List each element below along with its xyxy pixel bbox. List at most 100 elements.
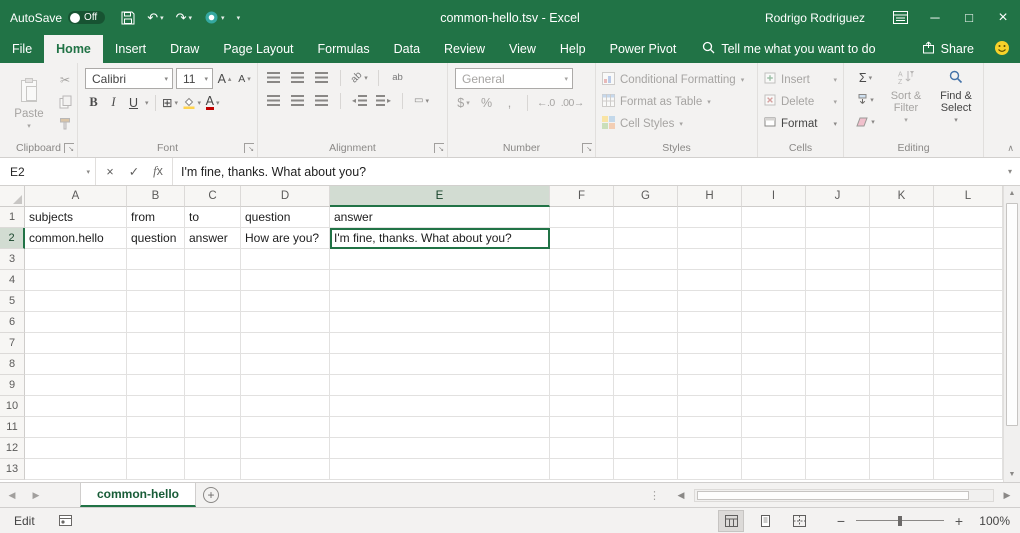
scroll-up-icon[interactable]: ▲ xyxy=(1009,186,1016,201)
cell-I6[interactable] xyxy=(742,312,806,333)
tab-splitter-handle[interactable]: ⋮ xyxy=(649,489,660,502)
cell-K12[interactable] xyxy=(870,438,934,459)
cell-B11[interactable] xyxy=(127,417,185,438)
tab-file[interactable]: File xyxy=(0,35,44,63)
cell-D5[interactable] xyxy=(241,291,330,312)
fill-color-icon[interactable] xyxy=(182,93,202,112)
cell-D13[interactable] xyxy=(241,459,330,480)
cell-G12[interactable] xyxy=(614,438,678,459)
cell-G3[interactable] xyxy=(614,249,678,270)
cell-J11[interactable] xyxy=(806,417,870,438)
percent-style-icon[interactable]: % xyxy=(478,93,495,112)
column-header-j[interactable]: J xyxy=(806,186,870,207)
vertical-scrollbar[interactable]: ▲ ▼ xyxy=(1003,186,1020,482)
cell-B6[interactable] xyxy=(127,312,185,333)
cell-D10[interactable] xyxy=(241,396,330,417)
page-break-view-icon[interactable] xyxy=(787,511,811,531)
cell-K9[interactable] xyxy=(870,375,934,396)
tab-page-layout[interactable]: Page Layout xyxy=(211,35,305,63)
cell-J5[interactable] xyxy=(806,291,870,312)
font-size-select[interactable]: 11 xyxy=(176,68,213,89)
cell-F13[interactable] xyxy=(550,459,614,480)
cell-G10[interactable] xyxy=(614,396,678,417)
align-center-icon[interactable] xyxy=(289,91,306,110)
page-layout-view-icon[interactable] xyxy=(753,511,777,531)
cell-I8[interactable] xyxy=(742,354,806,375)
horizontal-scrollbar[interactable] xyxy=(694,489,994,502)
cell-A8[interactable] xyxy=(25,354,127,375)
accounting-format-icon[interactable]: $ xyxy=(455,93,472,112)
row-header-11[interactable]: 11 xyxy=(0,417,25,438)
tell-me-box[interactable]: Tell me what you want to do xyxy=(702,35,875,63)
cell-I3[interactable] xyxy=(742,249,806,270)
cell-F4[interactable] xyxy=(550,270,614,291)
cell-F11[interactable] xyxy=(550,417,614,438)
cell-A13[interactable] xyxy=(25,459,127,480)
column-header-g[interactable]: G xyxy=(614,186,678,207)
cell-E3[interactable] xyxy=(330,249,550,270)
cell-E1[interactable]: answer xyxy=(330,207,550,228)
tab-draw[interactable]: Draw xyxy=(158,35,211,63)
cell-B13[interactable] xyxy=(127,459,185,480)
cell-B1[interactable]: from xyxy=(127,207,185,228)
expand-formula-bar-icon[interactable]: ▾ xyxy=(1000,158,1020,185)
cell-H3[interactable] xyxy=(678,249,742,270)
cell-F9[interactable] xyxy=(550,375,614,396)
enter-icon[interactable]: ✓ xyxy=(122,164,146,179)
cell-I11[interactable] xyxy=(742,417,806,438)
align-left-icon[interactable] xyxy=(265,91,282,110)
column-header-k[interactable]: K xyxy=(870,186,934,207)
ribbon-display-options-icon[interactable] xyxy=(883,0,918,35)
cell-C3[interactable] xyxy=(185,249,241,270)
cell-H10[interactable] xyxy=(678,396,742,417)
cell-I4[interactable] xyxy=(742,270,806,291)
format-cells-button[interactable]: Format xyxy=(764,114,837,133)
find-select-button[interactable]: Find & Select xyxy=(931,68,981,141)
cell-J13[interactable] xyxy=(806,459,870,480)
orientation-icon[interactable]: ab xyxy=(351,68,368,87)
cell-J10[interactable] xyxy=(806,396,870,417)
decrease-font-size-icon[interactable]: A▾ xyxy=(236,69,253,88)
cell-E7[interactable] xyxy=(330,333,550,354)
row-header-12[interactable]: 12 xyxy=(0,438,25,459)
cell-G1[interactable] xyxy=(614,207,678,228)
cell-styles-button[interactable]: Cell Styles xyxy=(602,114,751,133)
cell-E9[interactable] xyxy=(330,375,550,396)
row-header-13[interactable]: 13 xyxy=(0,459,25,480)
autosave-toggle[interactable]: AutoSave Off xyxy=(10,11,105,25)
cell-G11[interactable] xyxy=(614,417,678,438)
cell-L4[interactable] xyxy=(934,270,1003,291)
cell-B10[interactable] xyxy=(127,396,185,417)
column-header-c[interactable]: C xyxy=(185,186,241,207)
tab-insert[interactable]: Insert xyxy=(103,35,158,63)
vertical-scroll-thumb[interactable] xyxy=(1006,203,1018,426)
cell-A9[interactable] xyxy=(25,375,127,396)
cell-F12[interactable] xyxy=(550,438,614,459)
cell-K4[interactable] xyxy=(870,270,934,291)
sort-filter-button[interactable]: AZ Sort & Filter xyxy=(881,68,931,141)
select-all-corner[interactable] xyxy=(0,186,25,207)
align-top-icon[interactable] xyxy=(265,68,282,87)
align-bottom-icon[interactable] xyxy=(313,68,330,87)
cell-A12[interactable] xyxy=(25,438,127,459)
tab-help[interactable]: Help xyxy=(548,35,598,63)
cell-H12[interactable] xyxy=(678,438,742,459)
cancel-icon[interactable]: × xyxy=(98,165,122,179)
cell-K5[interactable] xyxy=(870,291,934,312)
format-as-table-button[interactable]: Format as Table xyxy=(602,92,751,111)
alignment-dialog-launcher[interactable]: ↘ xyxy=(434,143,444,153)
cell-G9[interactable] xyxy=(614,375,678,396)
cell-L3[interactable] xyxy=(934,249,1003,270)
tab-data[interactable]: Data xyxy=(382,35,432,63)
cell-H7[interactable] xyxy=(678,333,742,354)
number-dialog-launcher[interactable]: ↘ xyxy=(582,143,592,153)
bold-button[interactable]: B xyxy=(85,93,102,112)
cell-K8[interactable] xyxy=(870,354,934,375)
cell-D4[interactable] xyxy=(241,270,330,291)
save-icon[interactable] xyxy=(121,11,135,25)
hscroll-left-icon[interactable]: ◀ xyxy=(674,490,688,501)
share-button[interactable]: Share xyxy=(922,41,974,57)
row-header-8[interactable]: 8 xyxy=(0,354,25,375)
delete-cells-button[interactable]: Delete xyxy=(764,92,837,111)
clipboard-dialog-launcher[interactable]: ↘ xyxy=(64,143,74,153)
